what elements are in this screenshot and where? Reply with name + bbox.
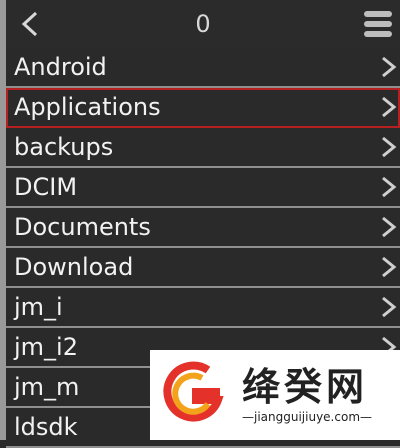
- folder-name: ldsdk: [14, 413, 78, 441]
- folder-row-jm-i[interactable]: jm_i: [6, 288, 400, 328]
- folder-name: jm_i: [14, 293, 63, 321]
- chevron-right-icon: [382, 136, 397, 158]
- folder-row-dcim[interactable]: DCIM: [6, 168, 400, 208]
- site-logo-icon: [163, 361, 224, 422]
- header-bar: 0: [6, 0, 400, 47]
- folder-name: Applications: [14, 93, 161, 121]
- menu-button[interactable]: [362, 8, 394, 40]
- stack-menu-icon: [364, 11, 392, 37]
- folder-row-download[interactable]: Download: [6, 248, 400, 288]
- folder-name: Documents: [14, 213, 151, 241]
- chevron-right-icon: [382, 96, 397, 118]
- folder-row-backups[interactable]: backups: [6, 128, 400, 168]
- chevron-right-icon: [382, 56, 397, 78]
- folder-row-android[interactable]: Android: [6, 48, 400, 88]
- watermark: 绛癸网 —jiangguijiuye.com—: [150, 350, 400, 440]
- chevron-right-icon: [382, 296, 397, 318]
- watermark-title: 绛癸网: [242, 365, 369, 409]
- chevron-right-icon: [382, 216, 397, 238]
- chevron-right-icon: [382, 176, 397, 198]
- folder-row-applications[interactable]: Applications: [6, 88, 400, 128]
- folder-name: jm_i2: [14, 333, 78, 361]
- chevron-right-icon: [382, 256, 397, 278]
- folder-name: DCIM: [14, 173, 78, 201]
- watermark-url: —jiangguijiuye.com—: [242, 410, 373, 424]
- folder-name: Android: [14, 53, 107, 81]
- page-title: 0: [195, 10, 211, 38]
- folder-name: jm_m: [14, 373, 80, 401]
- folder-row-documents[interactable]: Documents: [6, 208, 400, 248]
- folder-name: backups: [14, 133, 114, 161]
- folder-name: Download: [14, 253, 134, 281]
